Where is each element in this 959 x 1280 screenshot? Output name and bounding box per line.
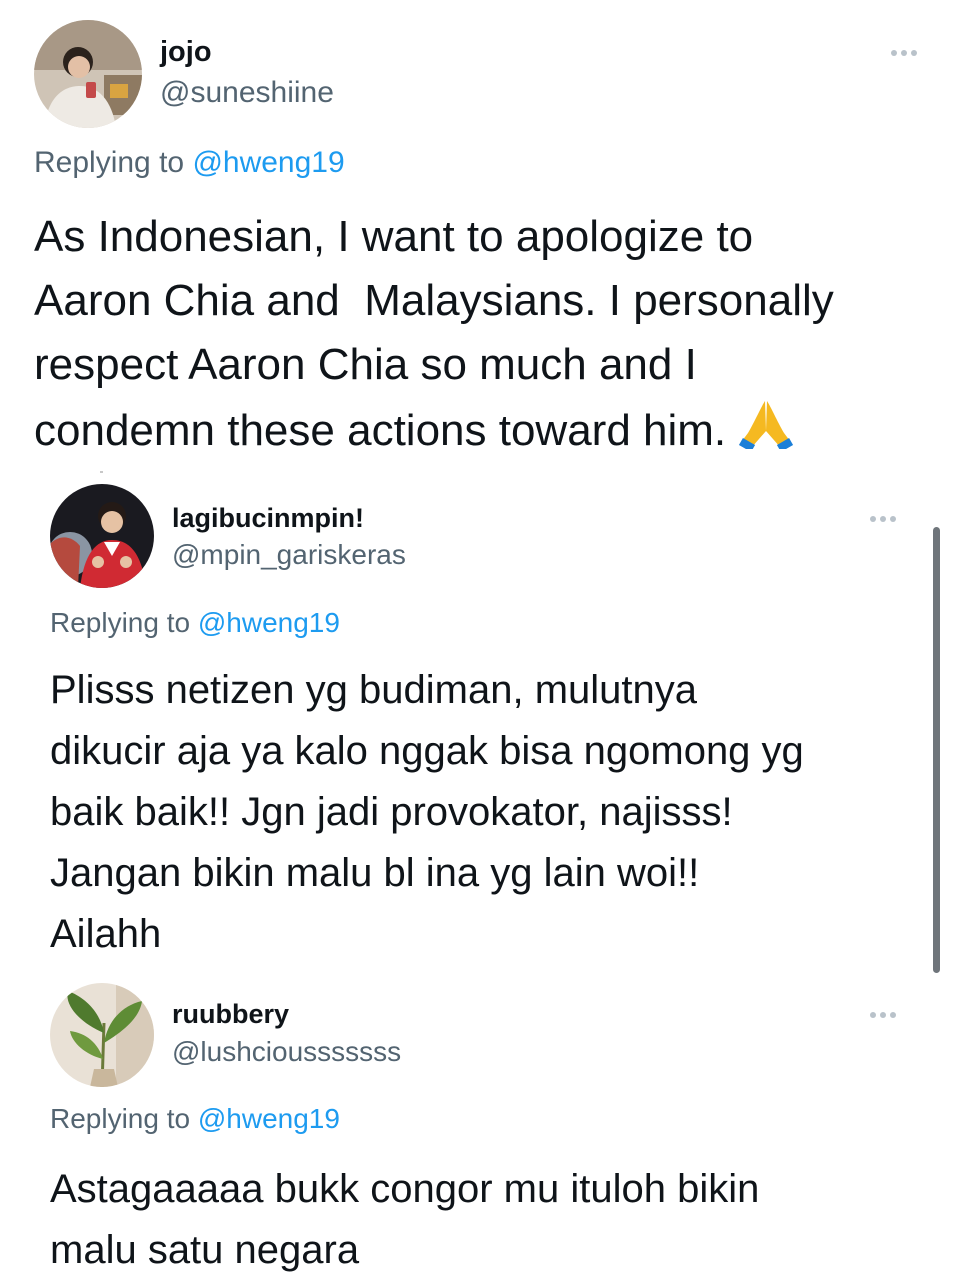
user-handle[interactable]: @suneshiine: [160, 76, 334, 110]
tweet-text: As Indonesian, I want to apologize to Aa…: [34, 205, 934, 467]
replying-label: Replying to: [34, 146, 193, 179]
display-name[interactable]: lagibucinmpin!: [172, 503, 364, 534]
mention-link[interactable]: @hweng19: [198, 607, 340, 638]
avatar[interactable]: [34, 20, 142, 128]
mention-link[interactable]: @hweng19: [198, 1103, 340, 1134]
tweet-text: Astagaaaaa bukk congor mu ituloh bikin m…: [50, 1167, 760, 1272]
replying-to: Replying to @hweng19: [34, 146, 345, 180]
replying-to: Replying to @hweng19: [50, 607, 340, 639]
more-icon[interactable]: [891, 50, 917, 56]
more-icon[interactable]: [870, 516, 896, 522]
tweet-card[interactable]: ruubbery @lushciousssssss Replying to @h…: [0, 983, 959, 1280]
tweet-text: Plisss netizen yg budiman, mulutnya diku…: [50, 668, 804, 956]
tweet-card[interactable]: lagibucinmpin! @mpin_gariskeras Replying…: [0, 468, 959, 983]
replying-label: Replying to: [50, 607, 198, 638]
tweet-card[interactable]: jojo @suneshiine Replying to @hweng19 As…: [0, 0, 959, 468]
user-handle[interactable]: @mpin_gariskeras: [172, 539, 406, 571]
user-handle[interactable]: @lushciousssssss: [172, 1036, 401, 1068]
folded-hands-icon: [738, 397, 794, 467]
replying-label: Replying to: [50, 1103, 198, 1134]
mention-link[interactable]: @hweng19: [192, 146, 344, 179]
avatar[interactable]: [50, 983, 154, 1087]
tweet-text-content: As Indonesian, I want to apologize to Aa…: [34, 212, 834, 455]
replying-to: Replying to @hweng19: [50, 1103, 340, 1135]
avatar[interactable]: [50, 484, 154, 588]
display-name[interactable]: jojo: [160, 36, 212, 69]
display-name[interactable]: ruubbery: [172, 999, 289, 1030]
more-icon[interactable]: [870, 1012, 896, 1018]
scrollbar[interactable]: [933, 527, 940, 973]
